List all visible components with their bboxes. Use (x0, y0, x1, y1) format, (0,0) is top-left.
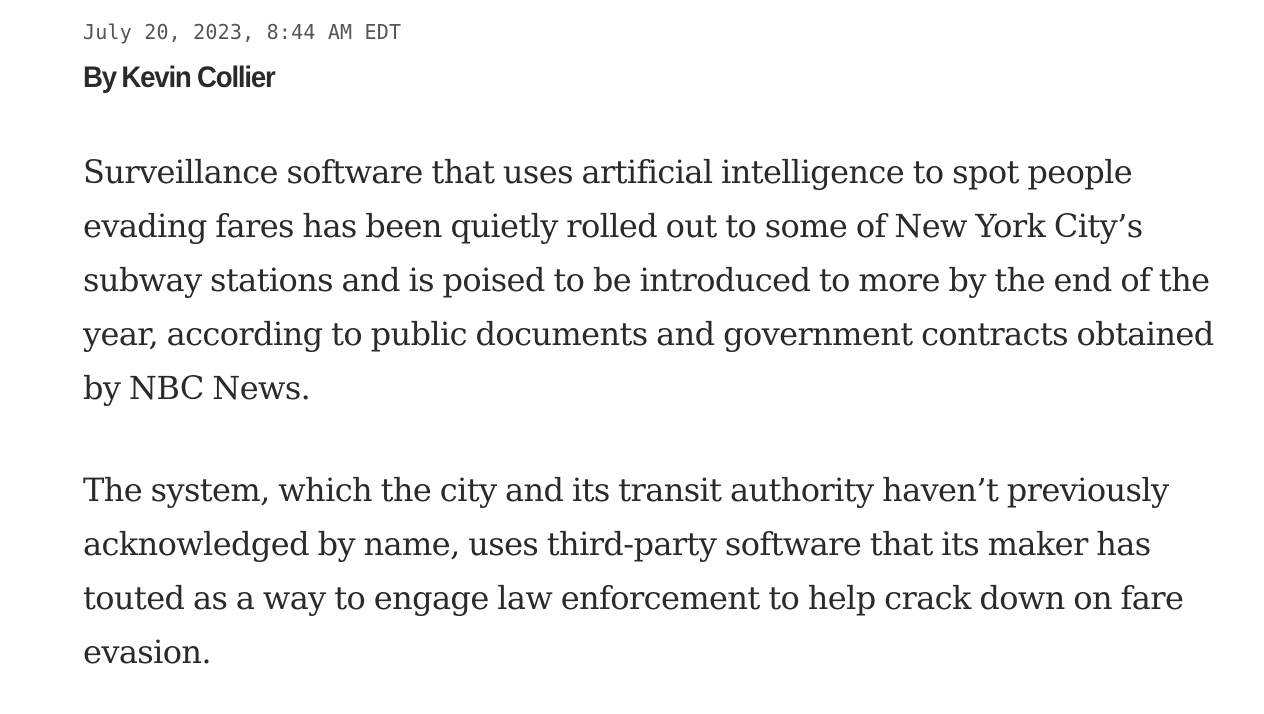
article-paragraph-1: Surveillance software that uses artifici… (83, 153, 1214, 407)
article-timestamp: July 20, 2023, 8:44 AM EDT (83, 20, 402, 44)
article-byline: By Kevin Collier (83, 60, 276, 96)
author-name-link[interactable]: Kevin Collier (121, 61, 275, 94)
article-paragraph-2: The system, which the city and its trans… (83, 471, 1184, 671)
byline-prefix: By (83, 61, 117, 94)
